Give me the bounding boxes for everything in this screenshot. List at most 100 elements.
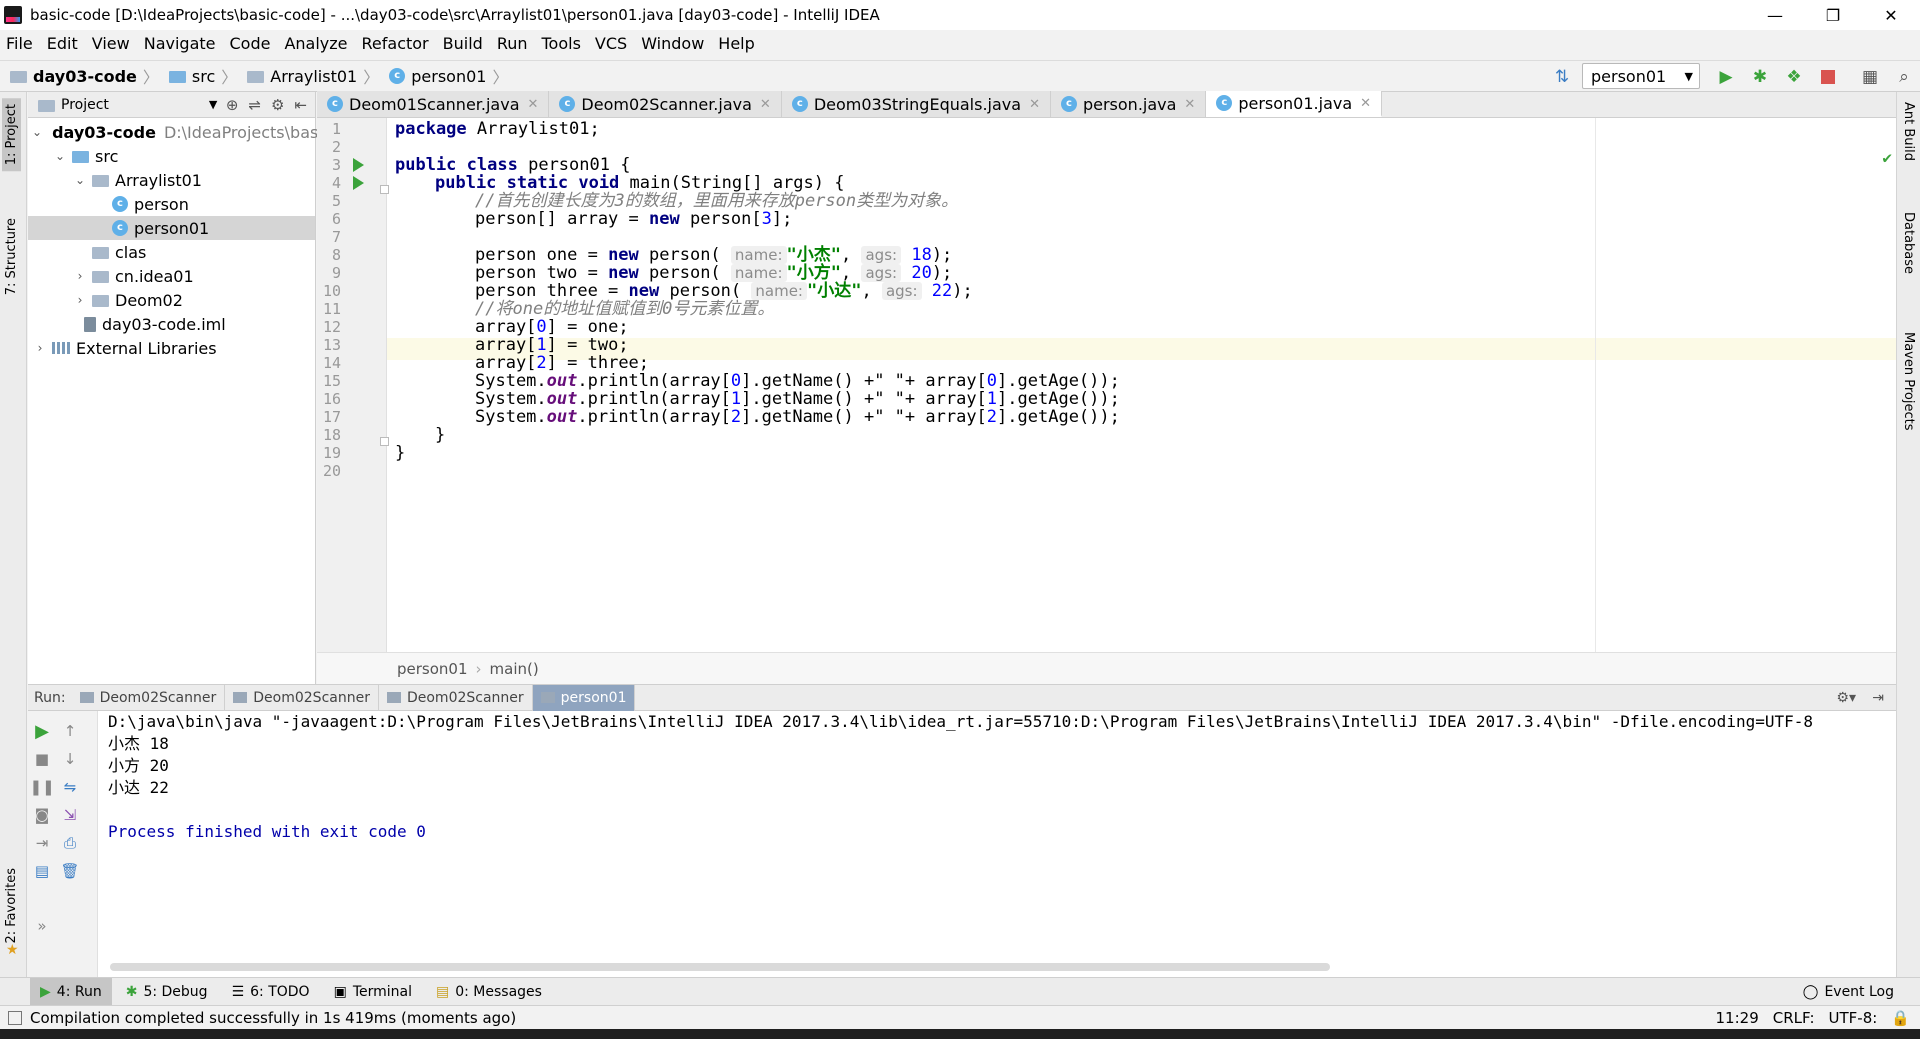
run-configuration-select[interactable]: person01 ▼ xyxy=(1582,63,1700,89)
gear-icon[interactable]: ⚙ xyxy=(271,96,284,114)
coverage-icon[interactable]: ❖ xyxy=(1784,67,1804,87)
menu-file[interactable]: File xyxy=(6,34,33,53)
editor-breadcrumb-method[interactable]: main() xyxy=(490,660,539,678)
breadcrumb-package[interactable]: Arraylist01 〉 xyxy=(247,64,379,88)
tree-item-day03-code[interactable]: ⌄ day03-code D:\IdeaProjects\bas xyxy=(28,120,318,144)
run-tab-deom02scanner-2[interactable]: Deom02Scanner xyxy=(225,684,379,711)
menu-code[interactable]: Code xyxy=(230,34,271,53)
tool-window-project[interactable]: 1: Project xyxy=(2,98,21,172)
collapse-arrow-icon[interactable]: › xyxy=(72,293,88,307)
menu-help[interactable]: Help xyxy=(718,34,754,53)
menu-window[interactable]: Window xyxy=(641,34,704,53)
menu-edit[interactable]: Edit xyxy=(47,34,78,53)
close-icon[interactable]: ✕ xyxy=(1360,96,1371,111)
tree-item-external-libraries[interactable]: › External Libraries xyxy=(28,336,315,360)
fold-icon[interactable] xyxy=(380,437,389,446)
collapse-arrow-icon[interactable]: › xyxy=(72,269,88,283)
tool-window-maven[interactable]: Maven Projects xyxy=(1901,332,1916,431)
tool-windows-toggle-icon[interactable] xyxy=(8,1010,22,1025)
expand-arrow-icon[interactable]: ⌄ xyxy=(72,173,88,187)
menu-tools[interactable]: Tools xyxy=(542,34,581,53)
sort-icon[interactable]: ⇅ xyxy=(1552,67,1572,87)
maximize-button[interactable]: ❐ xyxy=(1804,0,1862,30)
tree-item-arraylist01[interactable]: ⌄ Arraylist01 xyxy=(28,168,315,192)
soft-wrap-icon[interactable]: ⇋ xyxy=(60,777,80,797)
tool-window-favorites[interactable]: 2: Favorites xyxy=(2,862,21,950)
exit-icon[interactable]: ⇥ xyxy=(32,833,52,853)
bottom-tab-messages[interactable]: ▤ 0: Messages xyxy=(426,978,552,1006)
gear-icon[interactable]: ⚙▾ xyxy=(1836,690,1856,706)
tree-item-clas[interactable]: clas xyxy=(28,240,315,264)
tool-window-database[interactable]: Database xyxy=(1901,212,1916,274)
close-icon[interactable]: ✕ xyxy=(760,97,771,112)
collapse-arrow-icon[interactable]: › xyxy=(32,341,48,355)
expand-arrow-icon[interactable]: ⌄ xyxy=(32,125,42,139)
tree-item-src[interactable]: ⌄ src xyxy=(28,144,315,168)
layout-icon[interactable]: ▤ xyxy=(32,861,52,881)
lock-icon[interactable]: 🔒 xyxy=(1891,1009,1910,1027)
menu-build[interactable]: Build xyxy=(443,34,483,53)
run-tab-deom02scanner-3[interactable]: Deom02Scanner xyxy=(379,684,533,711)
console-output[interactable]: D:\java\bin\java "-javaagent:D:\Program … xyxy=(108,711,1886,961)
console-horizontal-scrollbar[interactable] xyxy=(110,963,1330,971)
minimize-button[interactable]: — xyxy=(1746,0,1804,30)
debug-icon[interactable]: ✱ xyxy=(1750,67,1770,87)
breadcrumb-project[interactable]: day03-code 〉 xyxy=(10,64,159,88)
caret-position[interactable]: 11:29 xyxy=(1716,1009,1759,1027)
hide-icon[interactable]: ⇤ xyxy=(294,96,307,114)
fold-icon[interactable] xyxy=(380,185,389,194)
tool-window-structure[interactable]: 7: Structure xyxy=(2,212,21,301)
tab-deom03stringequals[interactable]: c Deom03StringEquals.java ✕ xyxy=(781,91,1051,117)
bottom-tab-run[interactable]: ▶ 4: Run xyxy=(30,977,112,1006)
bottom-tab-todo[interactable]: ☰ 6: TODO xyxy=(222,978,320,1006)
run-tab-deom02scanner-1[interactable]: Deom02Scanner xyxy=(72,684,226,711)
bottom-tab-debug[interactable]: ✱ 5: Debug xyxy=(116,978,218,1006)
tree-item-deom02[interactable]: › Deom02 xyxy=(28,288,315,312)
run-icon[interactable]: ▶ xyxy=(1716,67,1736,87)
project-structure-icon[interactable]: ▦ xyxy=(1860,67,1880,87)
tree-item-person01[interactable]: c person01 xyxy=(28,216,315,240)
bottom-tab-terminal[interactable]: ▣ Terminal xyxy=(324,978,422,1006)
event-log-button[interactable]: ◯ Event Log xyxy=(1803,978,1894,1006)
print-icon[interactable]: ⎙ xyxy=(60,833,80,853)
scroll-up-icon[interactable]: ↑ xyxy=(60,721,80,741)
breadcrumb-class[interactable]: c person01 〉 xyxy=(389,64,508,88)
expand-arrow-icon[interactable]: ⌄ xyxy=(52,149,68,163)
pause-icon[interactable]: ❚❚ xyxy=(29,777,54,797)
close-button[interactable]: ✕ xyxy=(1862,0,1920,30)
file-encoding[interactable]: UTF-8: xyxy=(1829,1009,1878,1027)
run-class-icon[interactable] xyxy=(353,158,364,172)
tab-person01[interactable]: c person01.java ✕ xyxy=(1206,91,1383,117)
tab-deom01scanner[interactable]: c Deom01Scanner.java ✕ xyxy=(317,91,550,117)
scroll-to-end-icon[interactable]: ⇲ xyxy=(60,805,80,825)
tab-deom02scanner[interactable]: c Deom02Scanner.java ✕ xyxy=(549,91,782,117)
stop-icon[interactable] xyxy=(1818,67,1838,87)
close-icon[interactable]: ✕ xyxy=(1184,97,1195,112)
close-icon[interactable]: ✕ xyxy=(528,97,539,112)
menu-vcs[interactable]: VCS xyxy=(595,34,627,53)
run-main-icon[interactable] xyxy=(353,176,364,190)
run-tab-person01[interactable]: person01 xyxy=(532,684,636,711)
breadcrumb-src[interactable]: src 〉 xyxy=(168,64,237,88)
line-separator[interactable]: CRLF: xyxy=(1773,1009,1815,1027)
tree-item-iml[interactable]: day03-code.iml xyxy=(28,312,315,336)
more-icon[interactable]: » xyxy=(32,916,52,936)
tab-person[interactable]: c person.java ✕ xyxy=(1050,91,1207,117)
camera-icon[interactable]: ◙ xyxy=(32,805,52,825)
tree-item-cn-idea01[interactable]: › cn.idea01 xyxy=(28,264,315,288)
locate-icon[interactable]: ⊕ xyxy=(226,96,239,114)
collapse-all-icon[interactable]: ⇌ xyxy=(248,96,261,114)
search-icon[interactable]: ⌕ xyxy=(1894,67,1914,87)
menu-analyze[interactable]: Analyze xyxy=(284,34,347,53)
close-icon[interactable]: ✕ xyxy=(1029,97,1040,112)
menu-run[interactable]: Run xyxy=(497,34,528,53)
menu-navigate[interactable]: Navigate xyxy=(144,34,216,53)
tree-item-person[interactable]: c person xyxy=(28,192,315,216)
editor-breadcrumb-class[interactable]: person01 xyxy=(397,660,468,678)
project-panel-title[interactable]: Project xyxy=(61,97,109,113)
menu-view[interactable]: View xyxy=(92,34,130,53)
tool-window-ant-build[interactable]: Ant Build xyxy=(1901,102,1916,161)
code-area[interactable]: 1 2 3 4 5 6 7 8 9 10 11 12 13 14 15 16 1… xyxy=(317,118,1896,652)
stop-icon[interactable]: ■ xyxy=(32,749,52,769)
menu-refactor[interactable]: Refactor xyxy=(362,34,429,53)
